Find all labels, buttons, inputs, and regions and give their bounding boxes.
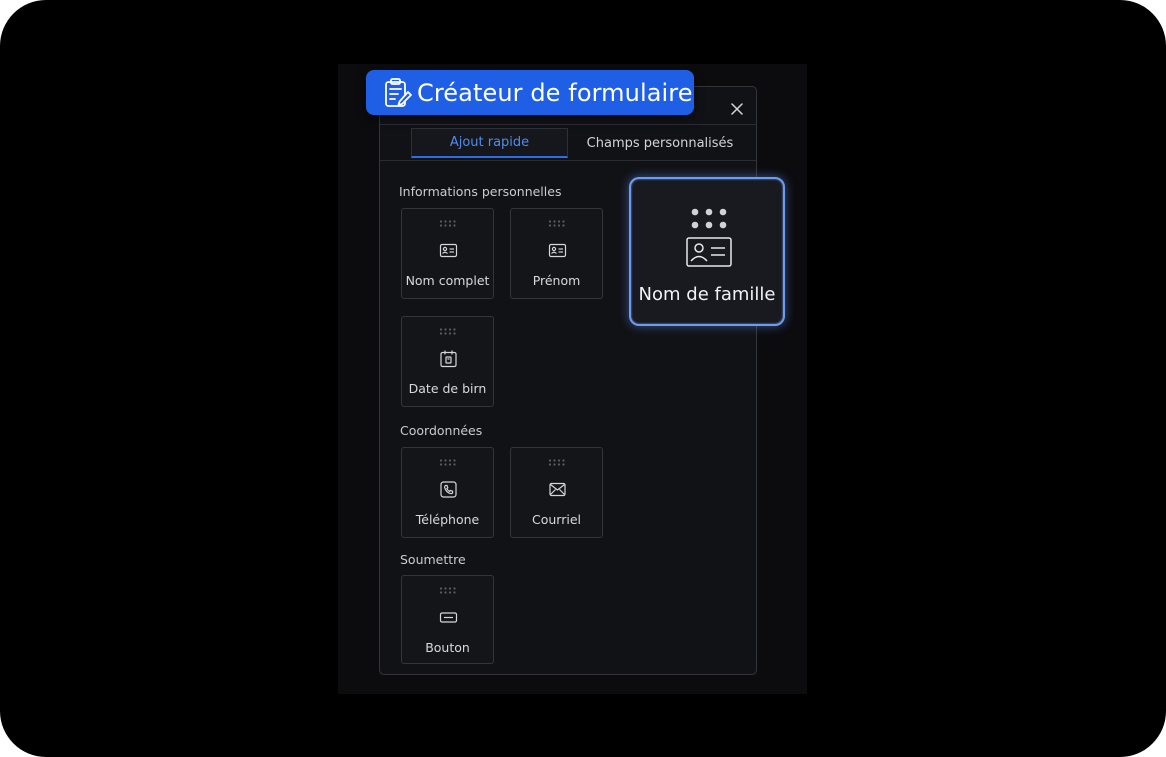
clipboard-edit-icon xyxy=(383,77,413,109)
close-icon xyxy=(731,100,743,119)
tab-custom-fields[interactable]: Champs personnalisés xyxy=(574,128,746,158)
dragging-field-label: Nom de famille xyxy=(638,284,776,305)
field-card-label: Prénom xyxy=(532,273,581,288)
tabs-divider xyxy=(380,160,756,161)
field-card-birth-date[interactable]: Date de birn xyxy=(401,316,494,407)
field-card-phone[interactable]: Téléphone xyxy=(401,447,494,538)
id-card-icon xyxy=(548,243,567,258)
drag-handle-icon xyxy=(691,208,727,229)
field-card-label: Bouton xyxy=(425,640,470,655)
tab-quick-add[interactable]: Ajout rapide xyxy=(411,128,568,158)
form-builder-title: Créateur de formulaire xyxy=(417,78,693,107)
drag-handle-icon xyxy=(548,459,565,466)
drag-handle-icon xyxy=(439,459,456,466)
drag-handle-icon xyxy=(548,220,565,227)
screen-frame: Créateur de formulaire Ajout rapide Cham… xyxy=(0,0,1166,757)
field-card-first-name[interactable]: Prénom xyxy=(510,208,603,299)
dragging-field-card-last-name[interactable]: Nom de famille xyxy=(629,177,785,326)
drag-handle-icon xyxy=(439,328,456,335)
mail-icon xyxy=(549,482,566,497)
close-button[interactable] xyxy=(726,98,748,120)
tabs-divider xyxy=(380,124,756,125)
calendar-icon xyxy=(440,350,457,368)
field-card-label: Courriel xyxy=(532,512,581,527)
section-label-submit: Soumettre xyxy=(400,552,466,567)
phone-icon xyxy=(440,481,457,498)
field-card-label: Date de birn xyxy=(408,381,487,396)
form-builder-title-bar: Créateur de formulaire xyxy=(366,70,694,115)
button-icon xyxy=(439,612,458,623)
field-card-label: Nom complet xyxy=(405,273,490,288)
drag-handle-icon xyxy=(439,587,456,594)
field-card-full-name[interactable]: Nom complet xyxy=(401,208,494,299)
field-card-label: Téléphone xyxy=(415,512,480,527)
section-label-personal-info: Informations personnelles xyxy=(399,184,562,199)
section-label-contact: Coordonnées xyxy=(400,423,483,438)
id-card-icon xyxy=(686,237,732,267)
drag-handle-icon xyxy=(439,220,456,227)
field-card-button[interactable]: Bouton xyxy=(401,575,494,664)
field-card-email[interactable]: Courriel xyxy=(510,447,603,538)
id-card-icon xyxy=(439,243,458,258)
